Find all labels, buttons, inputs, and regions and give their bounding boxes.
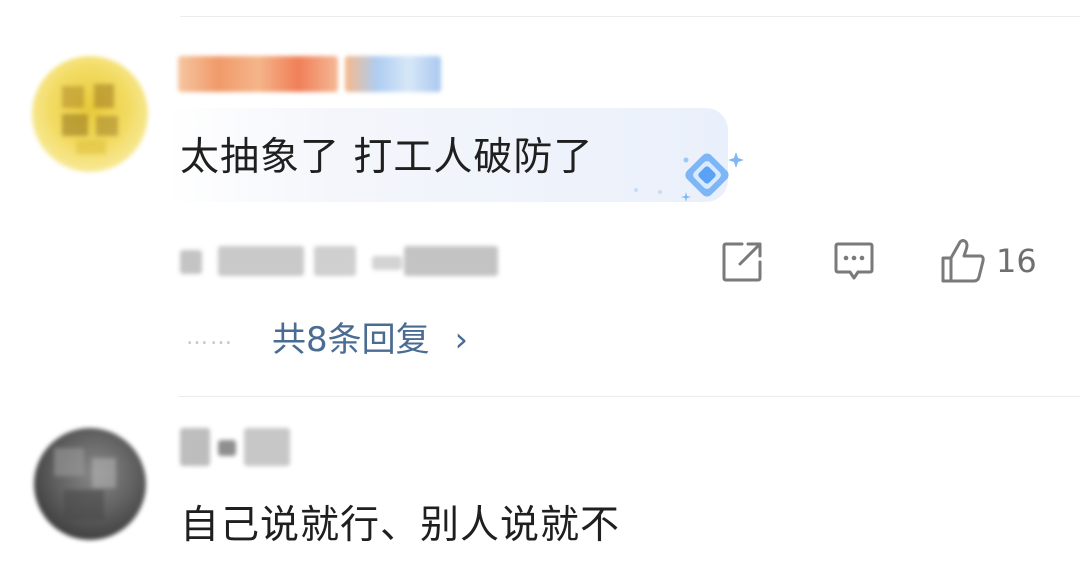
share-icon xyxy=(722,242,762,282)
top-divider xyxy=(180,16,1080,17)
comment-text: 太抽象了 打工人破防了 xyxy=(180,135,594,180)
reply-dots: …… xyxy=(186,325,234,350)
avatar[interactable] xyxy=(32,56,148,172)
thumbs-up-icon xyxy=(941,239,985,283)
replies-label: 共8条回复 xyxy=(272,320,430,360)
avatar[interactable] xyxy=(34,428,146,540)
view-replies-link[interactable]: 共8条回复 › xyxy=(272,312,468,361)
share-button[interactable] xyxy=(720,240,764,284)
chevron-right-icon: › xyxy=(454,320,469,360)
like-count: 16 xyxy=(996,242,1037,280)
comment-icon xyxy=(834,242,874,280)
like-button[interactable]: 16 xyxy=(938,236,1037,286)
comment-divider xyxy=(178,396,1080,397)
comment-text: 自己说就行、别人说就不 xyxy=(180,503,621,548)
diamond-badge-icon xyxy=(634,152,744,202)
comment-button[interactable] xyxy=(832,240,876,284)
